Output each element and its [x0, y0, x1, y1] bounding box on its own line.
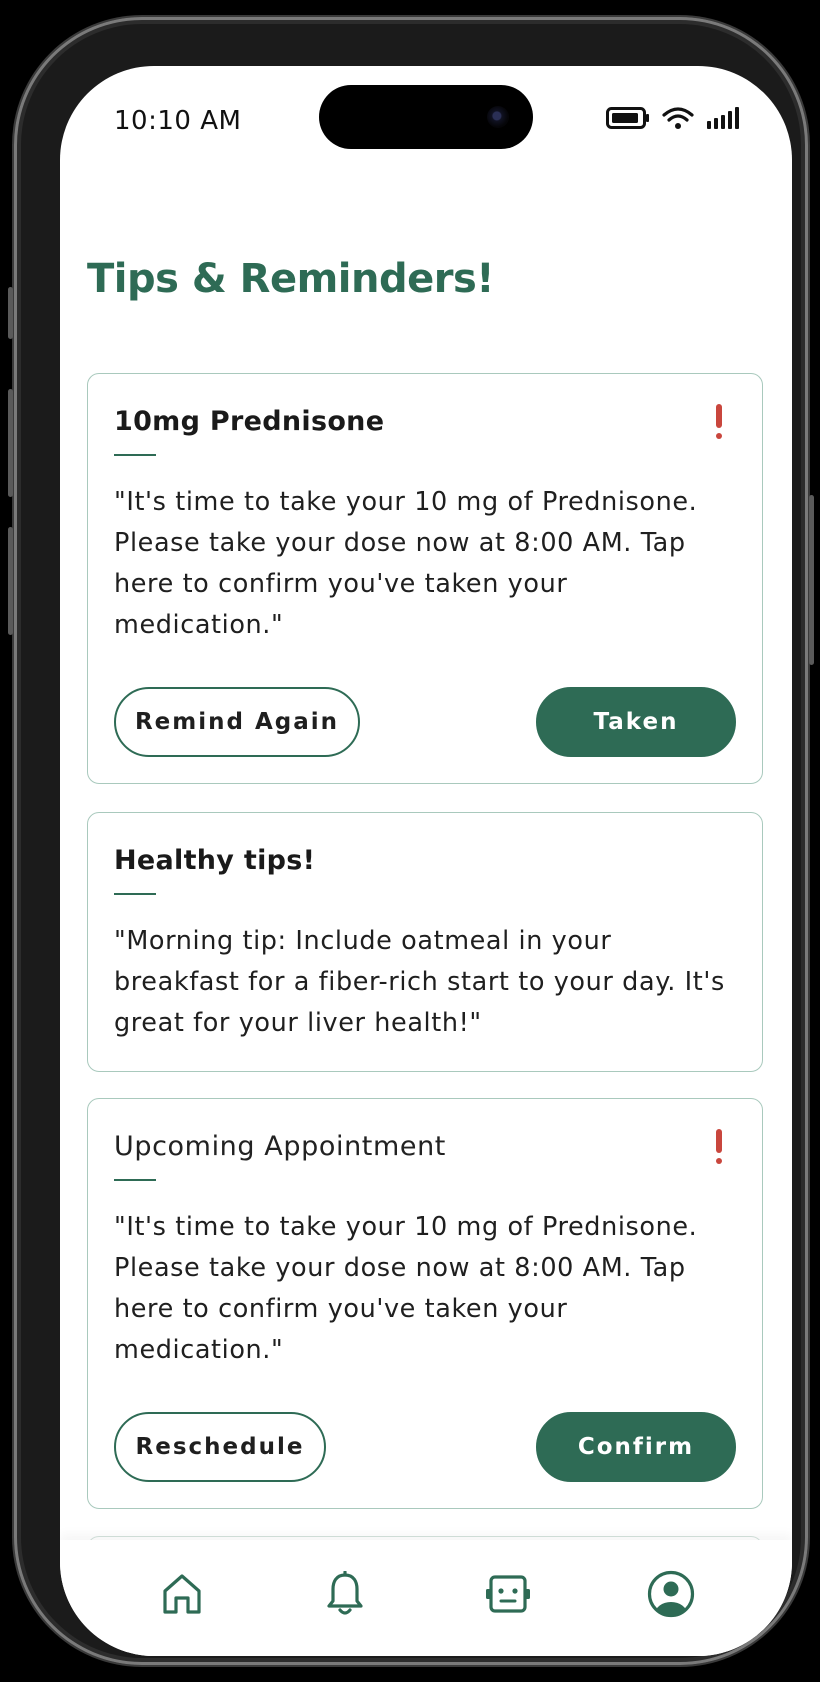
app-screen: 10:10 AM Tips & Reminders! 10mg Predniso…: [60, 66, 792, 1656]
bot-icon: [485, 1575, 530, 1613]
nav-notifications[interactable]: [305, 1554, 385, 1634]
home-icon: [162, 1574, 201, 1614]
appointment-card[interactable]: Upcoming Appointment "It's time to take …: [87, 1098, 763, 1509]
nav-profile[interactable]: [631, 1554, 711, 1634]
card-message[interactable]: "It's time to take your 10 mg of Prednis…: [114, 1207, 738, 1371]
remind-again-button[interactable]: Remind Again: [114, 687, 360, 757]
reschedule-button[interactable]: Reschedule: [114, 1412, 326, 1482]
healthy-tips-card: Healthy tips! "Morning tip: Include oatm…: [87, 812, 763, 1072]
page-title: Tips & Reminders!: [87, 256, 495, 302]
card-message[interactable]: "It's time to take your 10 mg of Prednis…: [114, 482, 738, 646]
card-title: Healthy tips!: [114, 845, 316, 876]
power-button: [809, 495, 814, 665]
confirm-button[interactable]: Confirm: [536, 1412, 736, 1482]
status-icons: [606, 106, 740, 130]
card-title: 10mg Prednisone: [114, 406, 385, 437]
cellular-signal-icon: [707, 107, 739, 129]
nav-home[interactable]: [142, 1554, 222, 1634]
volume-down-button: [8, 527, 13, 635]
taken-button[interactable]: Taken: [536, 687, 736, 757]
battery-icon: [606, 107, 649, 129]
alert-icon: [716, 404, 722, 439]
phone-frame: 10:10 AM Tips & Reminders! 10mg Predniso…: [8, 17, 814, 1665]
profile-icon: [647, 1570, 694, 1618]
status-time: 10:10 AM: [114, 106, 242, 136]
mute-switch: [8, 287, 13, 339]
card-title: Upcoming Appointment: [114, 1131, 446, 1162]
bottom-nav: [60, 1540, 792, 1656]
reminder-card-prednisone[interactable]: 10mg Prednisone "It's time to take your …: [87, 373, 763, 784]
wifi-icon: [662, 107, 694, 129]
alert-icon: [716, 1129, 722, 1164]
title-underline: [114, 454, 156, 456]
volume-up-button: [8, 389, 13, 497]
nav-assistant[interactable]: [468, 1554, 548, 1634]
front-camera-icon: [487, 106, 509, 128]
title-underline: [114, 1179, 156, 1181]
tip-message: "Morning tip: Include oatmeal in your br…: [114, 926, 725, 1038]
dynamic-island: [319, 85, 533, 149]
bell-icon: [326, 1571, 363, 1615]
title-underline: [114, 893, 156, 895]
